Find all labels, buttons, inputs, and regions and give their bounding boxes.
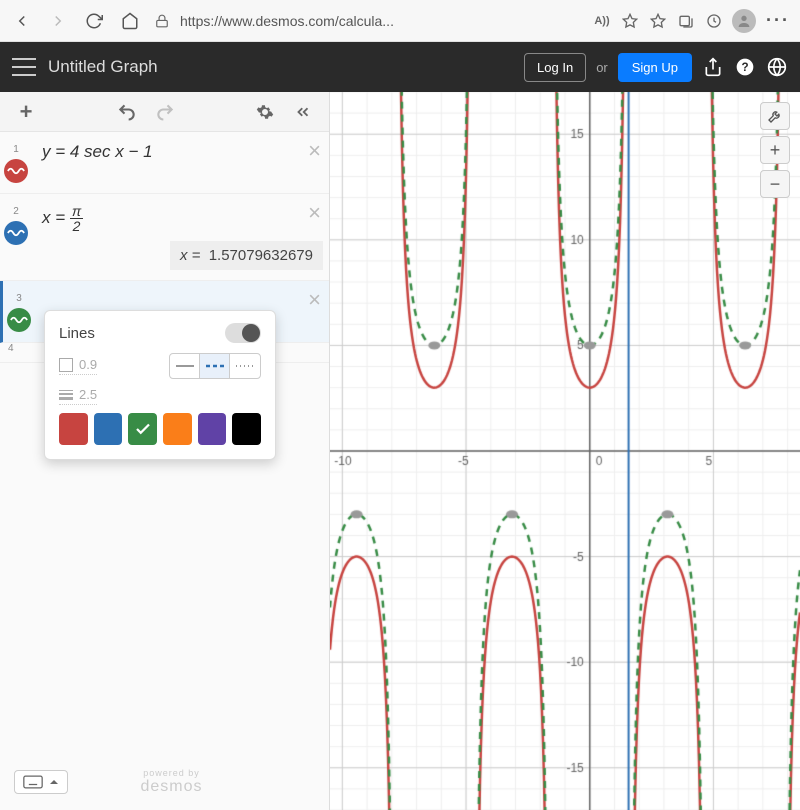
expression-number: 1 [13,144,19,155]
favorites-icon[interactable] [648,11,668,31]
expression-visibility-icon[interactable] [4,159,28,183]
keyboard-button[interactable] [14,770,68,794]
line-style-dotted[interactable] [230,354,260,378]
color-swatch-red[interactable] [59,413,88,445]
redo-button[interactable] [151,98,179,126]
read-aloud-icon[interactable]: A)) [592,11,612,31]
opacity-field[interactable]: 0.9 [59,357,97,375]
color-swatch-row [59,413,261,445]
settings-gear-icon[interactable] [251,98,279,126]
help-icon[interactable]: ? [734,56,756,78]
expression-sidebar: + 1 y = 4 sec x − 1 × 2 x = π2x = 1.5707… [0,92,330,810]
hamburger-menu-icon[interactable] [12,58,36,76]
history-icon[interactable] [704,11,724,31]
line-style-solid[interactable] [170,354,200,378]
back-button[interactable] [8,7,36,35]
or-text: or [596,60,608,75]
app-header: Untitled Graph Log In or Sign Up ? [0,42,800,92]
home-button[interactable] [116,7,144,35]
expression-visibility-icon[interactable] [7,308,31,332]
login-button[interactable]: Log In [524,53,586,82]
language-icon[interactable] [766,56,788,78]
expression-row[interactable]: 1 y = 4 sec x − 1 × [0,132,329,194]
expression-row[interactable]: 2 x = π2x = 1.57079632679 × [0,194,329,281]
delete-expression-icon[interactable]: × [308,202,321,224]
line-style-popover: Lines 0.9 2.5 [44,310,276,460]
more-menu-button[interactable]: ··· [764,7,792,35]
collapse-sidebar-button[interactable] [289,98,317,126]
lines-visibility-toggle[interactable] [225,323,261,343]
zoom-out-button[interactable]: − [760,170,790,198]
forward-button[interactable] [44,7,72,35]
graph-area[interactable]: + − [330,92,800,810]
line-style-selector[interactable] [169,353,261,379]
favorite-star-icon[interactable] [620,11,640,31]
url-text[interactable]: https://www.desmos.com/calcula... [180,13,584,29]
color-swatch-blue[interactable] [94,413,123,445]
undo-button[interactable] [113,98,141,126]
lines-popover-title: Lines [59,325,95,342]
profile-avatar[interactable] [732,9,756,33]
share-icon[interactable] [702,56,724,78]
graph-settings-wrench-icon[interactable] [760,102,790,130]
zoom-in-button[interactable]: + [760,136,790,164]
refresh-button[interactable] [80,7,108,35]
expression-toolbar: + [0,92,329,132]
color-swatch-green[interactable] [128,413,157,445]
signup-button[interactable]: Sign Up [618,53,692,82]
graph-title[interactable]: Untitled Graph [48,57,512,77]
svg-text:?: ? [741,61,748,74]
color-swatch-black[interactable] [232,413,261,445]
delete-expression-icon[interactable]: × [308,289,321,311]
delete-expression-icon[interactable]: × [308,140,321,162]
expression-number: 2 [13,206,19,217]
lock-icon [152,11,172,31]
desmos-logo: powered bydesmos [140,768,202,796]
expression-input[interactable]: x = π2x = 1.57079632679 [32,204,323,270]
expression-number: 3 [16,293,22,304]
collections-icon[interactable] [676,11,696,31]
line-weight-field[interactable]: 2.5 [59,387,97,405]
color-swatch-orange[interactable] [163,413,192,445]
expression-visibility-icon[interactable] [4,221,28,245]
add-expression-button[interactable]: + [12,98,40,126]
expression-input[interactable]: y = 4 sec x − 1 [32,142,323,162]
browser-toolbar: https://www.desmos.com/calcula... A)) ··… [0,0,800,42]
color-swatch-purple[interactable] [198,413,227,445]
line-style-dashed[interactable] [200,354,230,378]
